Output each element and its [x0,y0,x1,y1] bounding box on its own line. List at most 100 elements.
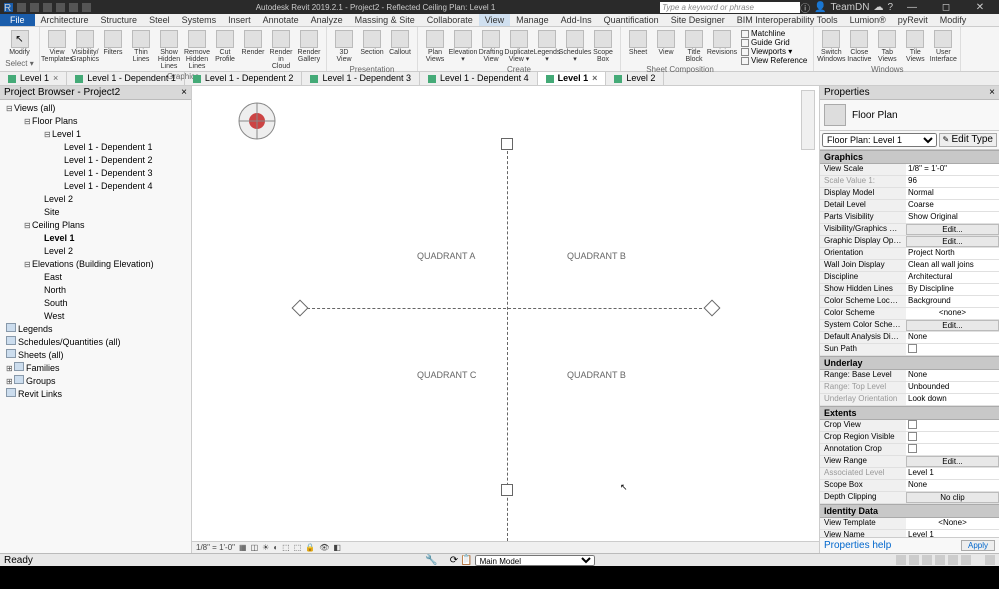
select-pinned-icon[interactable] [922,555,932,565]
checkbox[interactable] [908,420,917,429]
tree-node[interactable]: East [2,271,189,284]
viewtemplates-button[interactable]: ViewTemplates [44,29,70,71]
menu-analyze[interactable]: Analyze [305,14,349,26]
showhiddenlines-button[interactable]: ShowHidden Lines [156,29,182,71]
switchwindows-button[interactable]: SwitchWindows [818,29,844,64]
property-row[interactable]: Annotation Crop [820,444,999,456]
render-button[interactable]: Render [240,29,266,71]
legends-button[interactable]: Legends▾ [534,29,560,64]
guidegrid-toggle[interactable]: Guide Grid [739,38,809,47]
tree-node[interactable]: ⊟Views (all) [2,102,189,115]
menu-quantification[interactable]: Quantification [598,14,665,26]
signin-icon[interactable]: 👤 [814,2,826,13]
expander-icon[interactable]: ⊟ [44,128,52,141]
minimize-button[interactable]: — [897,2,927,13]
doc-tab[interactable]: Level 1× [538,72,607,85]
close-icon[interactable]: × [53,72,58,85]
sheet-button[interactable]: Sheet [625,29,651,64]
doc-tab[interactable]: Level 1 - Dependent 2 [185,72,303,85]
help-icon[interactable]: ? [887,2,893,13]
tree-node[interactable]: Level 1 - Dependent 3 [2,167,189,180]
draftingview-button[interactable]: DraftingView [478,29,504,64]
close-icon[interactable]: × [181,87,187,98]
tree-node[interactable]: ⊟Floor Plans [2,115,189,128]
userinterface-button[interactable]: UserInterface [930,29,956,64]
property-row[interactable]: Graphic Display OptionsEdit... [820,236,999,248]
tree-node[interactable]: South [2,297,189,310]
close-icon[interactable]: × [989,87,995,98]
property-row[interactable]: View Template<None> [820,518,999,530]
menu-insert[interactable]: Insert [222,14,257,26]
filter-icon[interactable] [961,555,971,565]
property-row[interactable]: Display ModelNormal [820,188,999,200]
tree-node[interactable]: Revit Links [2,388,189,401]
property-row[interactable]: Scale Value 1:96 [820,176,999,188]
menu-massingsite[interactable]: Massing & Site [349,14,421,26]
tree-node[interactable]: Level 1 [2,232,189,245]
tree-node[interactable]: Level 2 [2,193,189,206]
tree-node[interactable]: Schedules/Quantities (all) [2,336,189,349]
visibilitygraphics-button[interactable]: Visibility/Graphics [72,29,98,71]
viewports-toggle[interactable]: Viewports ▾ [739,47,809,56]
file-menu[interactable]: File [0,14,35,26]
menu-manage[interactable]: Manage [510,14,555,26]
history-icon[interactable]: 📋 [460,555,472,566]
doc-tab[interactable]: Level 1× [0,72,67,85]
menu-lumion[interactable]: Lumion® [844,14,892,26]
view-button[interactable]: View [653,29,679,64]
property-row[interactable]: Range: Top LevelUnbounded [820,382,999,394]
expander-icon[interactable]: ⊞ [6,362,14,375]
property-row[interactable]: Wall Join DisplayClean all wall joins [820,260,999,272]
workset-selector[interactable]: Main Model [475,555,595,566]
callout-button[interactable]: Callout [387,29,413,64]
help-search-input[interactable]: Type a keyword or phrase [660,2,800,13]
crop-view-icon[interactable]: ⬚ [282,543,290,552]
expander-icon[interactable]: ⊟ [24,258,32,271]
tileviews-button[interactable]: TileViews [902,29,928,64]
property-row[interactable]: OrientationProject North [820,248,999,260]
tree-node[interactable]: ⊞Groups [2,375,189,388]
view-cube[interactable] [232,96,282,149]
properties-grid[interactable]: GraphicsView Scale1/8" = 1'-0"Scale Valu… [820,150,999,537]
tree-node[interactable]: ⊟Ceiling Plans [2,219,189,232]
doc-tab[interactable]: Level 1 - Dependent 1 [67,72,185,85]
menu-biminteroperabilitytools[interactable]: BIM Interoperability Tools [731,14,844,26]
expander-icon[interactable]: ⊟ [6,102,14,115]
checkbox[interactable] [908,432,917,441]
doc-tab[interactable]: Level 1 - Dependent 4 [420,72,538,85]
property-row[interactable]: Scope BoxNone [820,480,999,492]
scale-selector[interactable]: 1/8" = 1'-0" [196,543,235,552]
tree-node[interactable]: Site [2,206,189,219]
open-icon[interactable] [17,3,26,12]
detail-level-icon[interactable]: ▦ [239,543,247,552]
property-row[interactable]: View Scale1/8" = 1'-0" [820,164,999,176]
property-row[interactable]: Visibility/Graphics OverridesEdit... [820,224,999,236]
revisions-button[interactable]: Revisions [709,29,735,64]
property-row[interactable]: Associated LevelLevel 1 [820,468,999,480]
edit-type-button[interactable]: ✎ Edit Type [939,133,997,147]
tree-node[interactable]: ⊟Elevations (Building Elevation) [2,258,189,271]
property-row[interactable]: Detail LevelCoarse [820,200,999,212]
ref-head-left[interactable] [292,300,309,317]
property-row[interactable]: View NameLevel 1 [820,530,999,537]
undo-icon[interactable] [43,3,52,12]
cutprofile-button[interactable]: CutProfile [212,29,238,71]
visual-style-icon[interactable]: ◫ [251,543,259,552]
temp-hide-icon[interactable]: 👁 [319,543,329,552]
property-row[interactable]: Underlay OrientationLook down [820,394,999,406]
reference-plane-horizontal[interactable] [302,308,702,309]
drag-icon[interactable] [948,555,958,565]
drawing-canvas[interactable]: QUADRANT A QUADRANT B QUADRANT C QUADRAN… [192,86,819,553]
matchline-toggle[interactable]: Matchline [739,29,809,38]
property-row[interactable]: Color Scheme<none> [820,308,999,320]
reveal-icon[interactable]: ◧ [333,543,341,552]
checkbox[interactable] [908,344,917,353]
maximize-button[interactable]: ◻ [931,2,961,13]
schedules-button[interactable]: Schedules▾ [562,29,588,64]
tree-node[interactable]: Legends [2,323,189,336]
navigation-bar[interactable] [801,90,815,150]
pg-section-header[interactable]: Underlay [820,356,999,370]
property-row[interactable]: DisciplineArchitectural [820,272,999,284]
menu-architecture[interactable]: Architecture [35,14,95,26]
tree-node[interactable]: Level 1 - Dependent 4 [2,180,189,193]
